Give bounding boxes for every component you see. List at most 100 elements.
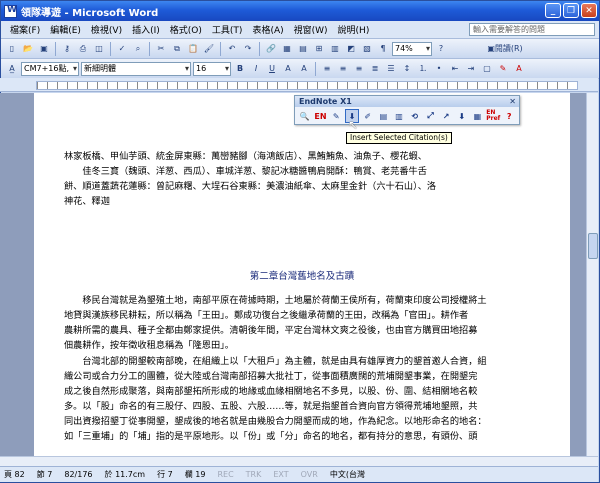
- paste-icon[interactable]: 📋: [186, 42, 200, 56]
- print-icon[interactable]: ⎙: [76, 42, 90, 56]
- numbering-icon[interactable]: ⒈: [416, 62, 430, 76]
- decrease-indent-icon[interactable]: ⇤: [448, 62, 462, 76]
- endnote-title: EndNote X1 ✕: [295, 96, 519, 107]
- line-spacing-icon[interactable]: ↕: [400, 62, 414, 76]
- new-document-icon[interactable]: ▯: [5, 42, 19, 56]
- undo-icon[interactable]: ↶: [225, 42, 239, 56]
- char-shading-icon[interactable]: A: [297, 62, 311, 76]
- help-icon[interactable]: ?: [434, 42, 448, 56]
- manage-icon[interactable]: ⟲: [408, 109, 422, 123]
- preferences-icon[interactable]: EN Pref: [486, 109, 500, 123]
- document-map-icon[interactable]: ▧: [360, 42, 374, 56]
- text-line: 佳冬三寶（魏頭、洋葱、西瓜）、車城洋葱、黎記冰糖醬鴨肩開酥：鴨賞、老芫番牛舌: [64, 166, 427, 177]
- unformat-icon[interactable]: ▥: [392, 109, 406, 123]
- style-select[interactable]: CM7+16點,: [21, 61, 79, 76]
- font-select[interactable]: 新細明體: [81, 61, 191, 76]
- text-line: 林家板橋、甲仙芋頭、統金屏東縣：萬巒豬腳（海鴻飯店）、黑鮪鮪魚、油魚子、櫻花蝦、: [64, 151, 427, 162]
- status-rec[interactable]: REC: [217, 470, 233, 479]
- help-search-input[interactable]: 輸入需要解答的問題: [469, 23, 595, 36]
- menu-bar: 檔案(F) 編輯(E) 檢視(V) 插入(I) 格式(O) 工具(T) 表格(A…: [1, 21, 599, 39]
- endnote-title-label: EndNote X1: [299, 97, 352, 106]
- edit-citation-icon[interactable]: ✐: [361, 109, 375, 123]
- menu-help[interactable]: 說明(H): [333, 23, 375, 36]
- justify-icon[interactable]: ≣: [368, 62, 382, 76]
- mouse-cursor-icon: ↖: [348, 118, 359, 132]
- align-left-icon[interactable]: ≡: [320, 62, 334, 76]
- tables-icon[interactable]: ▦: [280, 42, 294, 56]
- save-icon[interactable]: ▣: [37, 42, 51, 56]
- bold-icon[interactable]: B: [233, 62, 247, 76]
- char-border-icon[interactable]: A: [281, 62, 295, 76]
- document-page[interactable]: 林家板橋、甲仙芋頭、統金屏東縣：萬巒豬腳（海鴻飯店）、黑鮪鮪魚、油魚子、櫻花蝦、…: [34, 93, 570, 456]
- menu-table[interactable]: 表格(A): [247, 23, 288, 36]
- spelling-icon[interactable]: ✓: [115, 42, 129, 56]
- permission-icon[interactable]: ⚷: [60, 42, 74, 56]
- font-size-select[interactable]: 16: [193, 61, 231, 76]
- vertical-scrollbar[interactable]: [586, 93, 598, 456]
- minimize-button[interactable]: _: [545, 3, 561, 18]
- hyperlink-icon[interactable]: 🔗: [264, 42, 278, 56]
- research-icon[interactable]: ⌕: [131, 42, 145, 56]
- chapter-heading: 第二章台灣舊地名及古蹟: [249, 271, 355, 282]
- outside-border-icon[interactable]: ▢: [480, 62, 494, 76]
- excel-icon[interactable]: ⊞: [312, 42, 326, 56]
- title-bar: 領隊導遊 - Microsoft Word _ ❐ ✕: [1, 1, 599, 21]
- zoom-select[interactable]: 74%: [392, 41, 432, 56]
- menu-edit[interactable]: 編輯(E): [45, 23, 86, 36]
- italic-icon[interactable]: I: [249, 62, 263, 76]
- redo-icon[interactable]: ↷: [241, 42, 255, 56]
- menu-insert[interactable]: 插入(I): [127, 23, 165, 36]
- text-line: 多。以「股」命名的有三股仔、四股、五股、六股……等，就是指墾首合資向官方領得荒埔…: [64, 401, 478, 412]
- styles-pane-icon[interactable]: A̲: [5, 62, 19, 76]
- status-ovr[interactable]: OVR: [301, 470, 318, 479]
- export-icon[interactable]: ↗: [439, 109, 453, 123]
- copy-icon[interactable]: ⧉: [170, 42, 184, 56]
- cut-icon[interactable]: ✂: [154, 42, 168, 56]
- endnote-close-icon[interactable]: ✕: [509, 96, 516, 107]
- horizontal-ruler[interactable]: [0, 78, 598, 92]
- menu-window[interactable]: 視窗(W): [289, 23, 333, 36]
- menu-view[interactable]: 檢視(V): [86, 23, 127, 36]
- status-trk[interactable]: TRK: [246, 470, 262, 479]
- menu-file[interactable]: 檔案(F): [5, 23, 45, 36]
- menu-format[interactable]: 格式(O): [165, 23, 207, 36]
- highlight-icon[interactable]: ✎: [496, 62, 510, 76]
- cite-icon[interactable]: ⬇: [455, 109, 469, 123]
- bullets-icon[interactable]: •: [432, 62, 446, 76]
- status-ext[interactable]: EXT: [273, 470, 288, 479]
- drawing-icon[interactable]: ◩: [344, 42, 358, 56]
- find-citation-icon[interactable]: 🔍: [298, 109, 312, 123]
- read-button[interactable]: ▣ 閱讀(R): [478, 42, 532, 56]
- format-bibliography-icon[interactable]: ▤: [377, 109, 391, 123]
- status-at: 於 11.7cm: [104, 470, 146, 479]
- restore-button[interactable]: ❐: [563, 3, 579, 18]
- horizontal-scrollbar[interactable]: [0, 456, 598, 466]
- close-button[interactable]: ✕: [581, 3, 597, 18]
- distribute-icon[interactable]: ☰: [384, 62, 398, 76]
- menu-tools[interactable]: 工具(T): [207, 23, 248, 36]
- align-right-icon[interactable]: ≡: [352, 62, 366, 76]
- text-line: 農耕所需的農具、種子全都由鄭家提供。清朝後年間，平定台灣林文爽之役後，也由官方購…: [64, 325, 478, 336]
- insert-note-icon[interactable]: ✎: [329, 109, 343, 123]
- status-col: 欄 19: [184, 470, 206, 479]
- help-icon[interactable]: ?: [502, 109, 516, 123]
- word-app-icon: [4, 4, 17, 18]
- show-hide-icon[interactable]: ¶: [376, 42, 390, 56]
- text-line: 佃農耕作，按年徵收租息稱為「隆恩田」。: [64, 340, 234, 351]
- text-line: 如「三重埔」的「埔」指的是平原地形。以「份」或「分」命名的地名，都有持分的意思，…: [64, 431, 478, 442]
- endnote-go-icon[interactable]: EN: [314, 109, 328, 123]
- tooltip: Insert Selected Citation(s): [346, 132, 452, 144]
- align-center-icon[interactable]: ≡: [336, 62, 350, 76]
- open-folder-icon[interactable]: 📂: [21, 42, 35, 56]
- increase-indent-icon[interactable]: ⇥: [464, 62, 478, 76]
- format-painter-icon[interactable]: 🖌: [202, 42, 216, 56]
- print-preview-icon[interactable]: ◫: [92, 42, 106, 56]
- font-color-icon[interactable]: A: [512, 62, 526, 76]
- underline-icon[interactable]: U: [265, 62, 279, 76]
- text-line: 織公司或合力分工的團體，從大陸或台灣南部招募大批社丁，從事面積廣闊的荒埔開墾事業…: [64, 371, 478, 382]
- insert-table-icon[interactable]: ▤: [296, 42, 310, 56]
- library-icon[interactable]: ▦: [471, 109, 485, 123]
- go-to-icon[interactable]: ⤢: [424, 109, 438, 123]
- columns-icon[interactable]: ▥: [328, 42, 342, 56]
- scroll-thumb[interactable]: [588, 233, 598, 259]
